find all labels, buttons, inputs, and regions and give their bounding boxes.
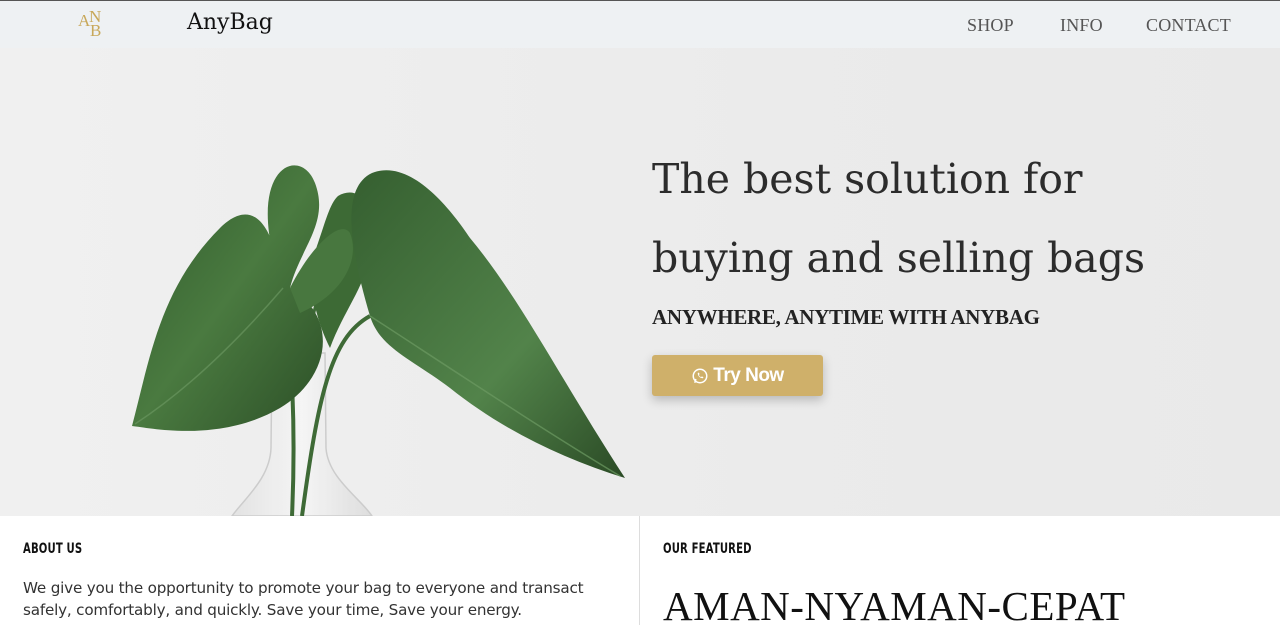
nav-link-contact[interactable]: CONTACT — [1146, 15, 1231, 36]
hero-title: The best solution for buying and selling… — [652, 140, 1252, 298]
navbar: A N B AnyBag SHOP INFO CONTACT — [0, 0, 1280, 48]
nav-link-info[interactable]: INFO — [1060, 15, 1103, 36]
whatsapp-icon — [692, 368, 708, 383]
hero-plant-image — [132, 165, 625, 516]
logo-letter-b: B — [90, 21, 102, 40]
about-section: ABOUT US We give you the opportunity to … — [0, 516, 640, 625]
hero-section: The best solution for buying and selling… — [0, 48, 1280, 516]
hero-subtitle: ANYWHERE, ANYTIME WITH ANYBAG — [652, 305, 1040, 329]
hero-title-line2: buying and selling bags — [652, 234, 1146, 282]
hero-title-line1: The best solution for — [652, 155, 1083, 203]
about-heading: ABOUT US — [23, 541, 83, 557]
featured-section: OUR FEATURED AMAN-NYAMAN-CEPAT — [640, 516, 1280, 629]
try-now-button[interactable]: Try Now — [652, 355, 823, 396]
try-now-label: Try Now — [713, 364, 784, 386]
featured-heading: OUR FEATURED — [663, 541, 752, 557]
nav-link-shop[interactable]: SHOP — [967, 15, 1014, 36]
about-text: We give you the opportunity to promote y… — [23, 579, 584, 619]
logo[interactable]: A N B — [78, 7, 112, 43]
brand-name[interactable]: AnyBag — [187, 10, 273, 35]
featured-tagline: AMAN-NYAMAN-CEPAT — [663, 583, 1126, 629]
